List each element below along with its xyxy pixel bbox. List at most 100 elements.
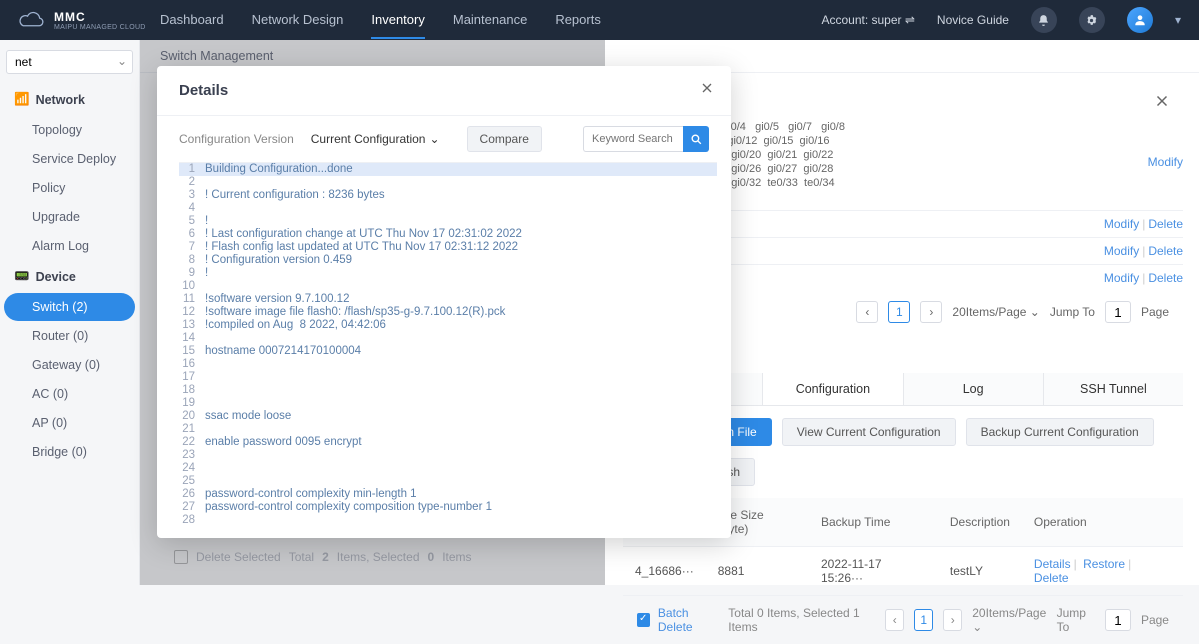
prev-page-button[interactable]: ‹ xyxy=(885,609,904,631)
modal-title: Details xyxy=(179,82,228,99)
delete-link[interactable]: Delete xyxy=(1034,571,1069,585)
modal-toolbar: Configuration Version Current Configurat… xyxy=(157,116,731,162)
chevron-down-icon: ⌄ xyxy=(117,54,127,68)
page-label: Page xyxy=(1141,305,1169,319)
sidebar-item-upgrade[interactable]: Upgrade xyxy=(4,203,135,231)
novice-guide-link[interactable]: Novice Guide xyxy=(937,13,1009,27)
backup-current-config-button[interactable]: Backup Current Configuration xyxy=(966,418,1154,446)
cell-name: 4_16686··· xyxy=(623,547,706,596)
cell-time: 2022-11-17 15:26··· xyxy=(809,547,938,596)
cell-desc: testLY xyxy=(938,547,1022,596)
details-modal: Details Configuration Version Current Co… xyxy=(157,66,731,538)
nav-maintenance[interactable]: Maintenance xyxy=(453,2,527,39)
page-1-button[interactable]: 1 xyxy=(888,301,910,323)
next-page-button[interactable]: › xyxy=(943,609,962,631)
jump-to-input[interactable] xyxy=(1105,301,1131,323)
brand-name: MMC xyxy=(54,10,146,24)
app-header: MMC MAIPU MANAGED CLOUD Dashboard Networ… xyxy=(0,0,1199,40)
brand-logo: MMC MAIPU MANAGED CLOUD xyxy=(18,9,150,31)
sidebar-item-policy[interactable]: Policy xyxy=(4,174,135,202)
config-version-select[interactable]: Current Configuration ⌄ xyxy=(306,127,455,151)
sidebar-item-switch[interactable]: Switch (2) xyxy=(4,293,135,321)
device-icon: 📟 xyxy=(14,269,30,284)
cloud-logo-icon xyxy=(18,9,46,31)
code-line: 20ssac mode loose xyxy=(179,410,717,423)
code-line: 9! xyxy=(179,267,717,280)
code-line: 8! Configuration version 0.459 xyxy=(179,254,717,267)
sidebar-item-alarm-log[interactable]: Alarm Log xyxy=(4,232,135,260)
nav-network-design[interactable]: Network Design xyxy=(252,2,344,39)
code-line: 18 xyxy=(179,384,717,397)
chevron-down-icon: ⌄ xyxy=(429,132,439,146)
th-op: Operation xyxy=(1022,498,1183,547)
code-line: 13!compiled on Aug 8 2022, 04:42:06 xyxy=(179,319,717,332)
config-version-label: Configuration Version xyxy=(179,132,294,146)
page-size-select[interactable]: 20Items/Page ⌄ xyxy=(972,606,1046,634)
code-line: 15hostname 0007214170100004 xyxy=(179,345,717,358)
sidebar-item-router[interactable]: Router (0) xyxy=(4,322,135,350)
code-line: 22enable password 0095 encrypt xyxy=(179,436,717,449)
bell-icon[interactable] xyxy=(1031,7,1057,33)
code-line: 27password-control complexity compositio… xyxy=(179,501,717,514)
th-time: Backup Time xyxy=(809,498,938,547)
batch-checkbox[interactable] xyxy=(637,613,650,627)
code-line: 14 xyxy=(179,332,717,345)
page-size-select[interactable]: 20Items/Page ⌄ xyxy=(952,305,1039,319)
details-link[interactable]: Details xyxy=(1034,557,1071,571)
sidebar-item-ac[interactable]: AC (0) xyxy=(4,380,135,408)
tab-ssh-tunnel[interactable]: SSH Tunnel xyxy=(1044,373,1183,405)
tab-configuration[interactable]: Configuration xyxy=(763,373,903,405)
sidebar-select[interactable]: ⌄ xyxy=(6,50,133,74)
search-button[interactable] xyxy=(683,126,709,152)
sidebar-item-service-deploy[interactable]: Service Deploy xyxy=(4,145,135,173)
keyword-search-input[interactable] xyxy=(583,126,683,152)
code-line: 11!software version 9.7.100.12 xyxy=(179,293,717,306)
delete-link[interactable]: Delete xyxy=(1148,271,1183,285)
delete-link[interactable]: Delete xyxy=(1148,217,1183,231)
modal-header: Details xyxy=(157,66,731,116)
code-line: 23 xyxy=(179,449,717,462)
jump-to-input[interactable] xyxy=(1105,609,1131,631)
avatar[interactable] xyxy=(1127,7,1153,33)
table-row: 4_16686··· 8881 2022-11-17 15:26··· test… xyxy=(623,547,1183,596)
config-code-viewer[interactable]: 1Building Configuration...done23! Curren… xyxy=(179,162,717,524)
code-line: 6! Last configuration change at UTC Thu … xyxy=(179,228,717,241)
modify-link[interactable]: Modify xyxy=(1104,244,1139,258)
account-label[interactable]: Account: super ⇌ xyxy=(821,13,914,27)
panel-close-icon[interactable] xyxy=(1153,92,1171,113)
sidebar-item-ap[interactable]: AP (0) xyxy=(4,409,135,437)
sidebar-item-gateway[interactable]: Gateway (0) xyxy=(4,351,135,379)
batch-summary: Total 0 Items, Selected 1 Items xyxy=(728,606,877,634)
delete-link[interactable]: Delete xyxy=(1148,244,1183,258)
jump-to-label: Jump To xyxy=(1050,305,1095,319)
nav-dashboard[interactable]: Dashboard xyxy=(160,2,224,39)
close-icon[interactable] xyxy=(699,80,715,101)
top-nav: Dashboard Network Design Inventory Maint… xyxy=(160,2,601,39)
modify-link[interactable]: Modify xyxy=(1148,155,1183,169)
compare-button[interactable]: Compare xyxy=(467,126,542,152)
header-right: Account: super ⇌ Novice Guide ▾ xyxy=(821,7,1181,33)
gear-icon[interactable] xyxy=(1079,7,1105,33)
next-page-button[interactable]: › xyxy=(920,301,942,323)
modify-link[interactable]: Modify xyxy=(1104,271,1139,285)
prev-page-button[interactable]: ‹ xyxy=(856,301,878,323)
page-label: Page xyxy=(1141,613,1169,627)
restore-link[interactable]: Restore xyxy=(1083,557,1125,571)
sidebar-item-topology[interactable]: Topology xyxy=(4,116,135,144)
jump-to-label: Jump To xyxy=(1057,606,1095,634)
code-line: 26password-control complexity min-length… xyxy=(179,488,717,501)
cell-size: 8881 xyxy=(706,547,809,596)
tab-log[interactable]: Log xyxy=(904,373,1044,405)
view-current-config-button[interactable]: View Current Configuration xyxy=(782,418,956,446)
sidebar-select-input[interactable] xyxy=(6,50,133,74)
nav-reports[interactable]: Reports xyxy=(555,2,601,39)
page-1-button[interactable]: 1 xyxy=(914,609,933,631)
nav-inventory[interactable]: Inventory xyxy=(371,2,424,39)
code-line: 4 xyxy=(179,202,717,215)
code-line: 25 xyxy=(179,475,717,488)
batch-delete-link[interactable]: Batch Delete xyxy=(658,606,720,634)
group-device: 📟Device xyxy=(4,261,135,292)
chevron-down-icon[interactable]: ▾ xyxy=(1175,13,1181,27)
modify-link[interactable]: Modify xyxy=(1104,217,1139,231)
sidebar-item-bridge[interactable]: Bridge (0) xyxy=(4,438,135,466)
